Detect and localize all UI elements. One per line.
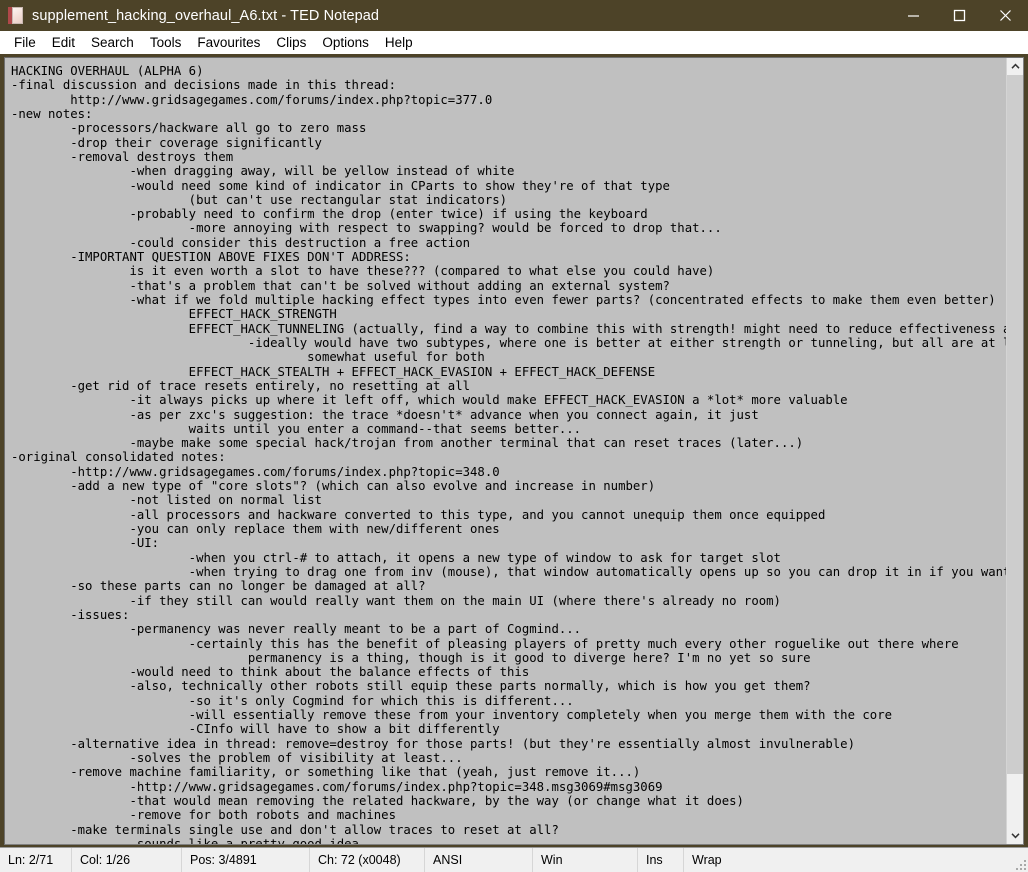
status-character: Ch: 72 (x0048) [310,848,425,872]
menu-item-help[interactable]: Help [377,33,421,53]
status-line: Ln: 2/71 [0,848,72,872]
menu-item-search[interactable]: Search [83,33,142,53]
menu-bar: File Edit Search Tools Favourites Clips … [0,31,1028,54]
status-position: Pos: 3/4891 [182,848,310,872]
editor-frame: HACKING OVERHAUL (ALPHA 6) -final discus… [4,57,1024,845]
window-title: supplement_hacking_overhaul_A6.txt - TED… [32,7,380,24]
scroll-down-button[interactable] [1007,827,1023,844]
resize-grip-icon[interactable] [1014,858,1026,870]
menu-item-favourites[interactable]: Favourites [189,33,268,53]
notepad-icon [8,7,23,24]
scroll-up-button[interactable] [1007,58,1023,75]
text-editor[interactable]: HACKING OVERHAUL (ALPHA 6) -final discus… [5,58,1006,844]
vertical-scrollbar[interactable] [1006,58,1023,844]
status-column: Col: 1/26 [72,848,182,872]
minimize-button[interactable] [890,0,936,31]
scroll-track[interactable] [1007,75,1023,827]
menu-item-edit[interactable]: Edit [44,33,83,53]
close-button[interactable] [982,0,1028,31]
status-encoding[interactable]: ANSI [425,848,533,872]
status-line-endings[interactable]: Win [533,848,638,872]
status-insert-mode[interactable]: Ins [638,848,684,872]
ted-notepad-window: supplement_hacking_overhaul_A6.txt - TED… [0,0,1028,872]
scroll-thumb[interactable] [1007,75,1023,775]
menu-item-file[interactable]: File [6,33,44,53]
window-controls [890,0,1028,31]
status-bar: Ln: 2/71 Col: 1/26 Pos: 3/4891 Ch: 72 (x… [0,847,1028,872]
menu-item-tools[interactable]: Tools [142,33,190,53]
status-wrap-mode[interactable]: Wrap [684,848,1028,872]
editor-container: HACKING OVERHAUL (ALPHA 6) -final discus… [0,54,1028,847]
title-bar[interactable]: supplement_hacking_overhaul_A6.txt - TED… [0,0,1028,31]
menu-item-options[interactable]: Options [314,33,377,53]
menu-item-clips[interactable]: Clips [268,33,314,53]
maximize-button[interactable] [936,0,982,31]
